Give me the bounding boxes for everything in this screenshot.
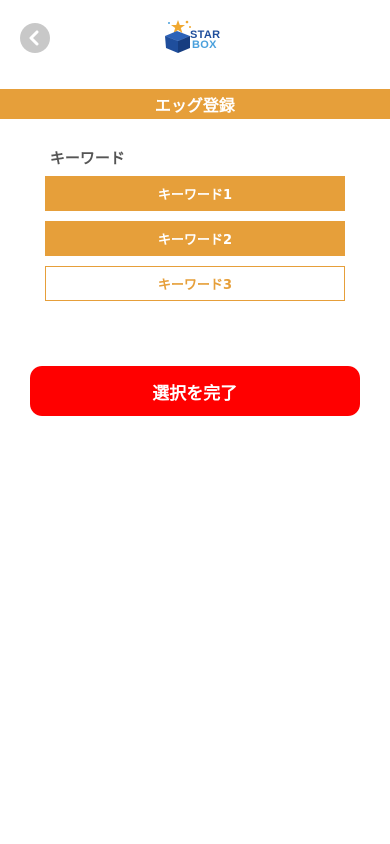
page-title: エッグ登録	[0, 89, 390, 119]
chevron-left-icon	[29, 30, 39, 46]
back-button[interactable]	[20, 23, 50, 53]
keyword-button-2[interactable]: キーワード2	[45, 221, 345, 256]
logo-text: STAR BOX	[190, 30, 220, 51]
complete-selection-button[interactable]: 選択を完了	[30, 366, 360, 416]
app-header: STAR BOX	[0, 0, 390, 88]
keyword-list: キーワード1 キーワード2 キーワード3	[45, 176, 345, 311]
keyword-section-label: キーワード	[50, 149, 126, 167]
starbox-logo: STAR BOX	[163, 16, 229, 56]
keyword-button-3[interactable]: キーワード3	[45, 266, 345, 301]
box-star-icon	[165, 20, 191, 53]
logo-line2: BOX	[192, 39, 217, 51]
keyword-button-1[interactable]: キーワード1	[45, 176, 345, 211]
